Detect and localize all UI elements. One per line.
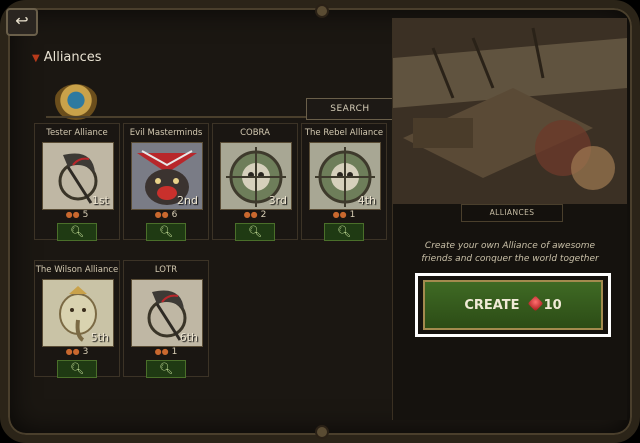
alliance-card[interactable]: COBRA 3rd ●● 2 🔍︎ [212, 123, 298, 241]
alliance-portrait-elephant: 5th [42, 279, 114, 347]
alliance-portrait-scythe: 6th [131, 279, 203, 347]
alliance-name: LOTR [154, 265, 178, 275]
member-count-value: 2 [260, 210, 267, 220]
member-count: ●● 6 [124, 210, 208, 220]
alliance-rank: 1st [91, 194, 109, 207]
view-alliance-button[interactable]: 🔍︎ [146, 223, 186, 241]
promo-line-1: Create your own Alliance of awesome [424, 241, 596, 251]
alliances-list-panel: ▼ Alliances SEARCH Tester Alliance 1st ●●… [14, 18, 394, 420]
members-icon: ●● [154, 210, 169, 219]
magnifier-icon: 🔍︎ [337, 225, 351, 238]
members-icon: ●● [65, 210, 80, 219]
artwork-caption: ALLIANCES [461, 204, 563, 222]
member-count: ●● 3 [35, 347, 119, 357]
chevron-icon: ▼ [32, 53, 40, 64]
create-cost: 10 [527, 295, 562, 313]
view-alliance-button[interactable]: 🔍︎ [324, 223, 364, 241]
view-alliance-button[interactable]: 🔍︎ [57, 360, 97, 378]
alliance-rank: 5th [90, 331, 109, 344]
member-count-value: 3 [82, 347, 89, 357]
alliance-emblem-icon [54, 84, 98, 120]
create-alliance-panel: ALLIANCES Create your own Alliance of aw… [392, 18, 627, 420]
alliance-rank: 2nd [177, 194, 198, 207]
gem-icon [527, 295, 543, 311]
create-alliance-button[interactable]: CREATE 10 [423, 280, 603, 330]
alliance-name: The Rebel Alliance [304, 128, 384, 138]
alliance-rank: 6th [179, 331, 198, 344]
members-icon: ●● [332, 210, 347, 219]
frame-rivet-top [315, 4, 329, 18]
alliance-card[interactable]: Evil Masterminds 2nd ●● 6 🔍︎ [123, 123, 209, 241]
alliance-artwork [393, 18, 627, 204]
members-icon: ●● [243, 210, 258, 219]
promo-text: Create your own Alliance of awesome frie… [399, 240, 621, 266]
view-alliance-button[interactable]: 🔍︎ [57, 223, 97, 241]
alliance-rank: 3rd [268, 194, 287, 207]
alliance-card[interactable]: Tester Alliance 1st ●● 5 🔍︎ [34, 123, 120, 241]
alliance-name: Tester Alliance [46, 128, 108, 138]
magnifier-icon: 🔍︎ [70, 225, 84, 238]
member-count: ●● 1 [302, 210, 386, 220]
view-alliance-button[interactable]: 🔍︎ [235, 223, 275, 241]
alliance-name: Evil Masterminds [129, 128, 203, 138]
magnifier-icon: 🔍︎ [248, 225, 262, 238]
alliance-portrait-skull: 4th [309, 142, 381, 210]
page-title: ▼ Alliances [32, 50, 102, 65]
create-cost-value: 10 [543, 297, 562, 313]
members-icon: ●● [154, 347, 169, 356]
alliance-name: COBRA [240, 128, 270, 138]
member-count-value: 6 [171, 210, 178, 220]
alliance-portrait-bear: 2nd [131, 142, 203, 210]
alliance-card[interactable]: The Rebel Alliance 4th ●● 1 🔍︎ [301, 123, 387, 241]
member-count-value: 1 [349, 210, 356, 220]
view-alliance-button[interactable]: 🔍︎ [146, 360, 186, 378]
alliance-card[interactable]: LOTR 6th ●● 1 🔍︎ [123, 260, 209, 378]
members-icon: ●● [65, 347, 80, 356]
alliance-portrait-scythe: 1st [42, 142, 114, 210]
alliance-rank: 4th [357, 194, 376, 207]
member-count-value: 5 [82, 210, 89, 220]
alliance-portrait-skull: 3rd [220, 142, 292, 210]
member-count-value: 1 [171, 347, 178, 357]
magnifier-icon: 🔍︎ [159, 362, 173, 375]
magnifier-icon: 🔍︎ [159, 225, 173, 238]
member-count: ●● 2 [213, 210, 297, 220]
alliance-name: The Wilson Alliance [35, 265, 119, 275]
member-count: ●● 1 [124, 347, 208, 357]
promo-line-2: friends and conquer the world together [421, 254, 599, 264]
page-title-text: Alliances [43, 50, 102, 65]
member-count: ●● 5 [35, 210, 119, 220]
frame-rivet-bottom [315, 425, 329, 439]
create-label: CREATE [464, 297, 520, 313]
alliance-card[interactable]: The Wilson Alliance 5th ●● 3 🔍︎ [34, 260, 120, 378]
search-button[interactable]: SEARCH [306, 98, 394, 120]
magnifier-icon: 🔍︎ [70, 362, 84, 375]
